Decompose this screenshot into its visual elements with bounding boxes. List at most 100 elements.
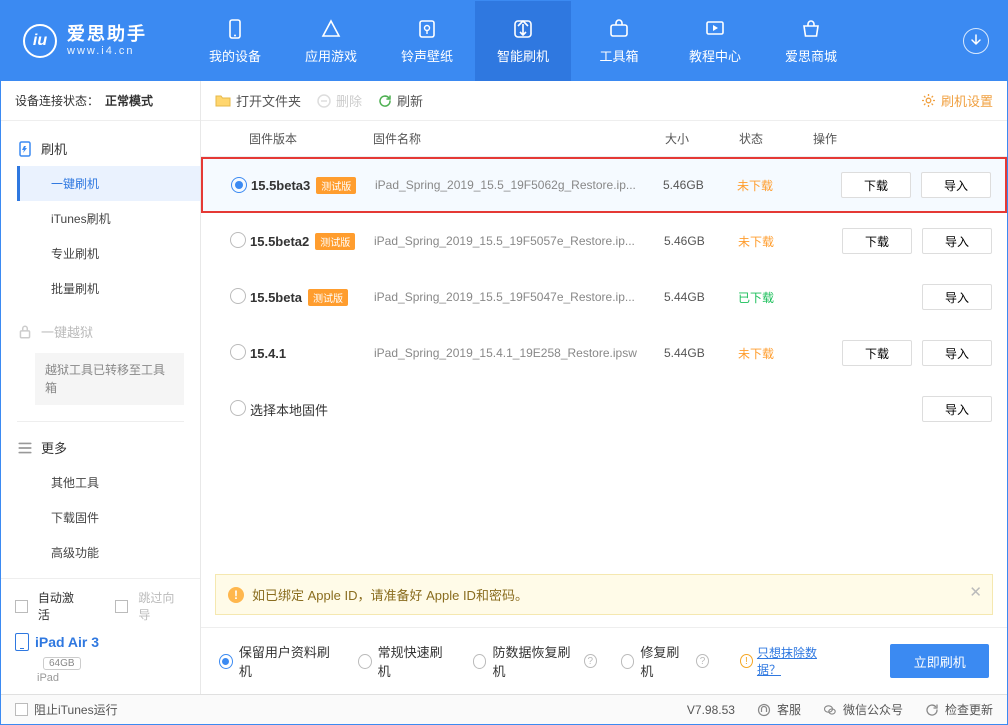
radio-icon [358, 654, 372, 669]
sidebar-group-flash-label: 刷机 [41, 139, 67, 158]
device-name[interactable]: iPad Air 3 [15, 633, 186, 651]
download-manager-icon[interactable] [963, 28, 989, 54]
open-folder-button[interactable]: 打开文件夹 [215, 91, 301, 110]
check-update-link[interactable]: 检查更新 [925, 701, 993, 718]
firmware-version: 15.4.1 [250, 346, 286, 361]
lock-icon [17, 324, 33, 340]
app-logo: iu 爱思助手 www.i4.cn [23, 24, 147, 59]
auto-activate-checkbox[interactable] [15, 600, 28, 613]
firmware-row[interactable]: 15.5beta2测试版iPad_Spring_2019_15.5_19F505… [201, 213, 1007, 269]
refresh-button[interactable]: 刷新 [378, 91, 423, 110]
firmware-status: 未下载 [738, 345, 812, 362]
ipad-icon [15, 633, 29, 651]
sidebar-group-flash[interactable]: 刷机 [1, 131, 200, 166]
sidebar-group-jailbreak-label: 一键越狱 [41, 322, 93, 341]
help-icon[interactable]: ? [696, 654, 709, 668]
firmware-filename: iPad_Spring_2019_15.5_19F5057e_Restore.i… [374, 234, 664, 248]
delete-button: 删除 [317, 91, 362, 110]
import-button[interactable]: 导入 [921, 172, 991, 198]
warning-text: 如已绑定 Apple ID，请准备好 Apple ID和密码。 [252, 585, 528, 604]
jailbreak-note: 越狱工具已转移至工具箱 [35, 353, 184, 405]
nav-store[interactable]: 爱思商城 [763, 1, 859, 81]
refresh-icon [378, 94, 392, 108]
local-firmware-label: 选择本地固件 [250, 400, 812, 419]
firmware-status: 未下载 [738, 233, 812, 250]
firmware-status: 已下载 [738, 289, 812, 306]
app-header: iu 爱思助手 www.i4.cn 我的设备应用游戏铃声壁纸智能刷机工具箱教程中… [1, 1, 1007, 81]
firmware-size: 5.44GB [664, 290, 738, 304]
start-flash-button[interactable]: 立即刷机 [890, 644, 989, 678]
logo-icon: iu [23, 24, 57, 58]
import-button[interactable]: 导入 [922, 396, 992, 422]
nav-wall[interactable]: 铃声壁纸 [379, 1, 475, 81]
nav-apps[interactable]: 应用游戏 [283, 1, 379, 81]
firmware-filename: iPad_Spring_2019_15.5_19F5062g_Restore.i… [375, 178, 663, 192]
help-icon[interactable]: ? [584, 654, 597, 668]
warning-close-icon[interactable]: ✕ [969, 583, 982, 601]
support-link[interactable]: 客服 [757, 701, 801, 718]
firmware-radio[interactable] [230, 344, 246, 360]
delete-icon [317, 94, 331, 108]
sidebar-group-more-label: 更多 [41, 438, 67, 457]
main-panel: 打开文件夹 删除 刷新 刷机设置 固件版本 固件名称 大小 状态 操作 [201, 81, 1007, 694]
skip-guide-checkbox[interactable] [115, 600, 128, 613]
device-type: iPad [37, 672, 186, 684]
beta-tag: 测试版 [315, 233, 355, 250]
flash-icon [17, 141, 33, 157]
col-version: 固件版本 [249, 130, 373, 147]
nav-flash[interactable]: 智能刷机 [475, 1, 571, 81]
warning-icon: ! [228, 587, 244, 603]
firmware-size: 5.44GB [664, 346, 738, 360]
firmware-filename: iPad_Spring_2019_15.5_19F5047e_Restore.i… [374, 290, 664, 304]
app-subtitle: www.i4.cn [67, 45, 147, 58]
wall-icon [416, 18, 438, 40]
sidebar-group-more[interactable]: 更多 [1, 430, 200, 465]
flash-mode-option-0[interactable]: 保留用户资料刷机 [219, 642, 334, 680]
flash-options-bar: 保留用户资料刷机常规快速刷机防数据恢复刷机?修复刷机? ! 只想抹除数据？ 立即… [201, 627, 1007, 694]
sidebar-item-0[interactable]: 一键刷机 [17, 166, 200, 201]
firmware-radio[interactable] [230, 288, 246, 304]
import-button[interactable]: 导入 [922, 340, 992, 366]
nav-tutorial[interactable]: 教程中心 [667, 1, 763, 81]
firmware-row[interactable]: 15.5beta3测试版iPad_Spring_2019_15.5_19F506… [201, 157, 1007, 213]
firmware-row[interactable]: 15.4.1iPad_Spring_2019_15.4.1_19E258_Res… [201, 325, 1007, 381]
download-button[interactable]: 下载 [841, 172, 911, 198]
flash-settings-button[interactable]: 刷机设置 [921, 91, 993, 110]
update-icon [925, 703, 939, 717]
firmware-radio[interactable] [230, 400, 246, 416]
wechat-icon [823, 703, 837, 717]
firmware-radio[interactable] [231, 177, 247, 193]
tutorial-icon [704, 18, 726, 40]
sidebar-more-item-1[interactable]: 下载固件 [17, 500, 200, 535]
sidebar-more-item-2[interactable]: 高级功能 [17, 535, 200, 570]
support-icon [757, 703, 771, 717]
folder-icon [215, 94, 231, 108]
sidebar-item-3[interactable]: 批量刷机 [17, 271, 200, 306]
local-firmware-row[interactable]: 选择本地固件 导入 [201, 381, 1007, 437]
wechat-link[interactable]: 微信公众号 [823, 701, 903, 718]
firmware-row[interactable]: 15.5beta测试版iPad_Spring_2019_15.5_19F5047… [201, 269, 1007, 325]
toolbar: 打开文件夹 删除 刷新 刷机设置 [201, 81, 1007, 121]
flash-mode-option-2[interactable]: 防数据恢复刷机? [473, 642, 597, 680]
radio-icon [621, 654, 635, 669]
import-button[interactable]: 导入 [922, 284, 992, 310]
beta-tag: 测试版 [316, 177, 356, 194]
gear-icon [921, 93, 936, 108]
sidebar-item-2[interactable]: 专业刷机 [17, 236, 200, 271]
flash-mode-option-1[interactable]: 常规快速刷机 [358, 642, 449, 680]
column-header: 固件版本 固件名称 大小 状态 操作 [201, 121, 1007, 157]
sidebar-group-jailbreak: 一键越狱 [1, 314, 200, 349]
flash-mode-option-3[interactable]: 修复刷机? [621, 642, 709, 680]
nav-device[interactable]: 我的设备 [187, 1, 283, 81]
sidebar-item-1[interactable]: iTunes刷机 [17, 201, 200, 236]
erase-data-link[interactable]: 只想抹除数据？ [757, 644, 835, 678]
block-itunes-checkbox[interactable] [15, 703, 28, 716]
col-name: 固件名称 [373, 130, 665, 147]
sidebar-more-item-0[interactable]: 其他工具 [17, 465, 200, 500]
import-button[interactable]: 导入 [922, 228, 992, 254]
nav-tools[interactable]: 工具箱 [571, 1, 667, 81]
appleid-warning: ! 如已绑定 Apple ID，请准备好 Apple ID和密码。 ✕ [215, 574, 993, 615]
download-button[interactable]: 下载 [842, 228, 912, 254]
download-button[interactable]: 下载 [842, 340, 912, 366]
firmware-radio[interactable] [230, 232, 246, 248]
